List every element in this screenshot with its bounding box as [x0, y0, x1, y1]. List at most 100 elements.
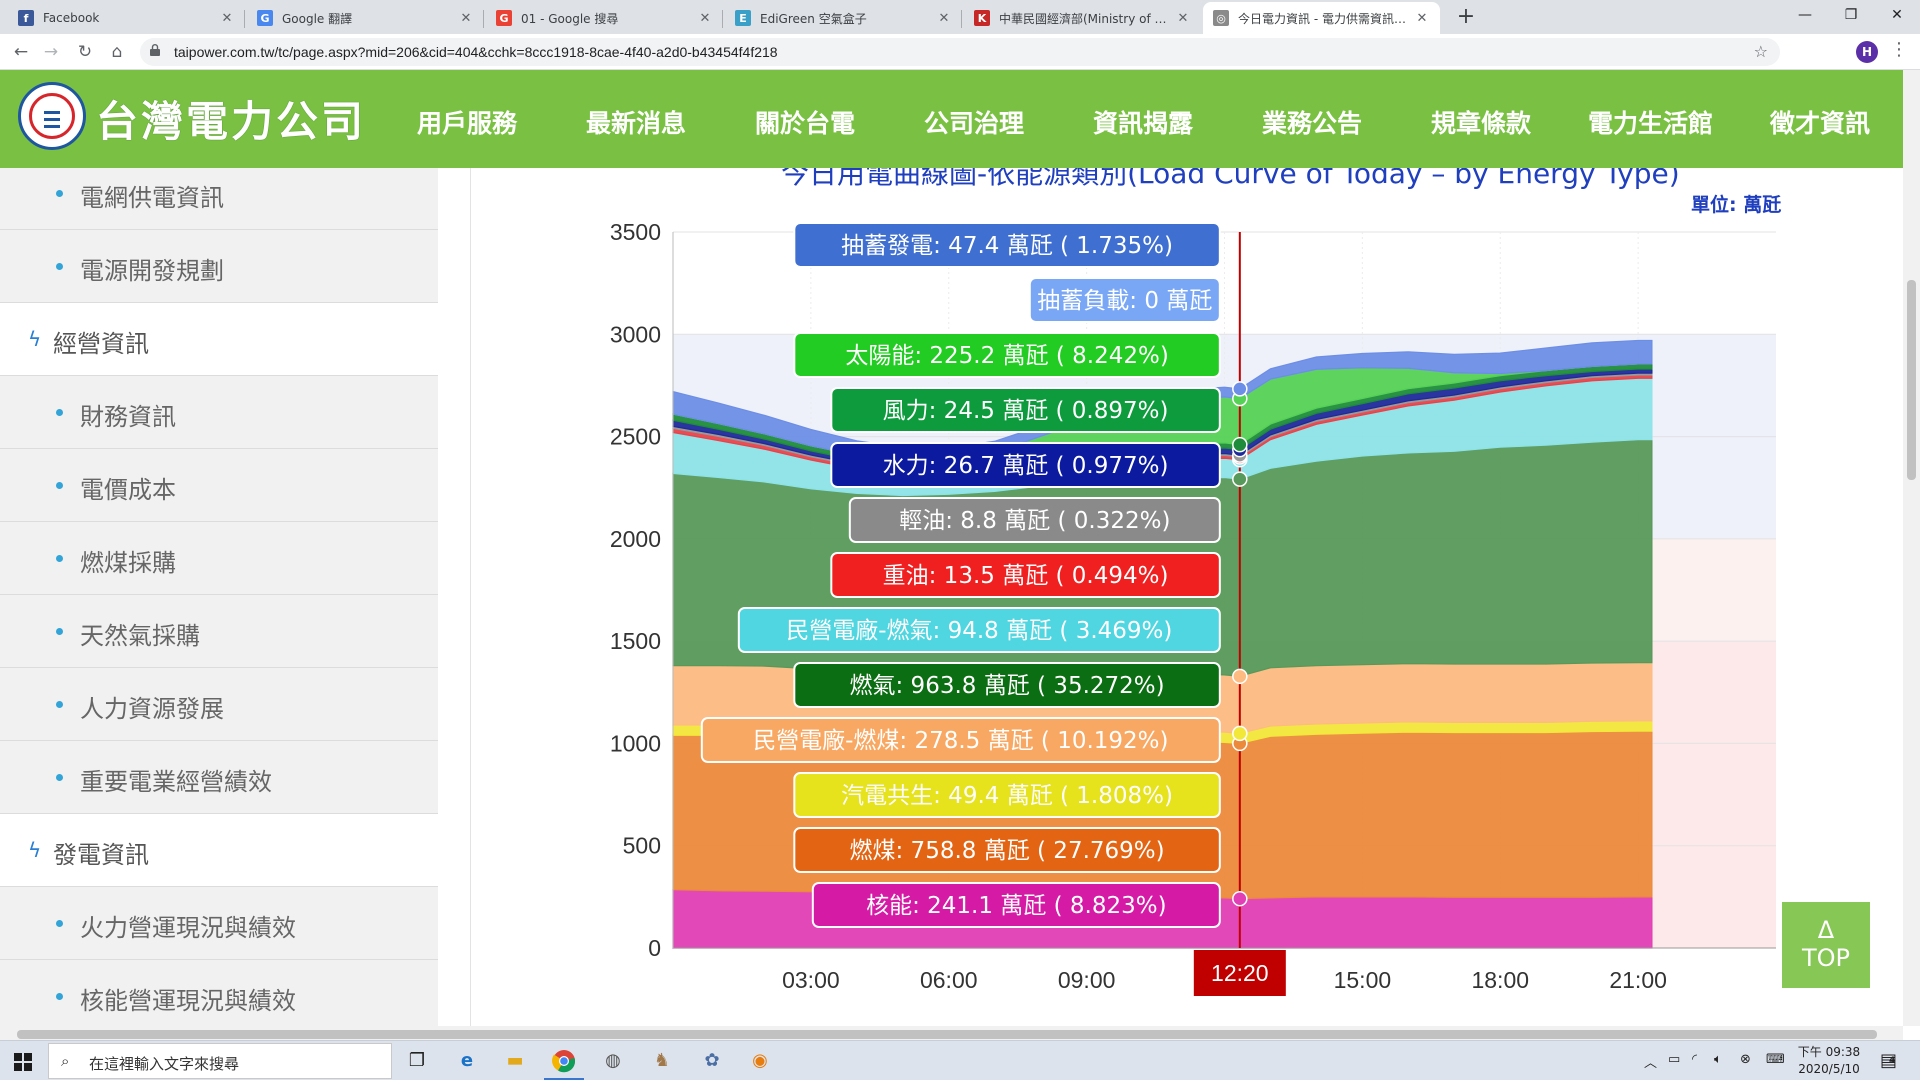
- top-button-label: TOP: [1801, 944, 1851, 972]
- taskbar-search-box[interactable]: ⌕ 在這裡輸入文字來搜尋: [48, 1043, 392, 1079]
- profile-avatar[interactable]: H: [1856, 41, 1878, 63]
- app-icon-3[interactable]: ✿: [697, 1047, 727, 1075]
- browser-tab[interactable]: K 中華民國經濟部(Ministry of Eco ✕: [964, 2, 1201, 34]
- nav-item[interactable]: 公司治理: [924, 104, 1024, 140]
- close-tab-icon[interactable]: ✕: [458, 11, 474, 26]
- bullet-icon: [56, 993, 63, 1000]
- sidebar-item-label: 燃煤採購: [80, 549, 176, 577]
- browser-tab[interactable]: E EdiGreen 空氣盒子 ✕: [725, 2, 962, 34]
- new-tab-button[interactable]: +: [1452, 4, 1480, 32]
- taskbar-clock[interactable]: 下午 09:38 2020/5/10: [1794, 1044, 1864, 1078]
- app-icon-1[interactable]: ◍: [598, 1047, 628, 1075]
- cursor-point: [1232, 471, 1248, 487]
- x-tick-label: 21:00: [1609, 967, 1667, 993]
- horizontal-scroll-thumb[interactable]: [17, 1030, 1877, 1039]
- lightning-icon: ϟ: [28, 838, 42, 862]
- sidebar-item[interactable]: 燃煤採購: [0, 522, 438, 595]
- sidebar-item-label: 財務資訊: [80, 403, 176, 431]
- bullet-icon: [56, 701, 63, 708]
- task-view-icon[interactable]: ❐: [402, 1047, 432, 1075]
- tooltip-text: 抽蓄發電: 47.4 萬瓩 ( 1.735%): [841, 233, 1173, 259]
- back-to-top-button[interactable]: Δ TOP: [1782, 902, 1870, 988]
- sidebar-category[interactable]: ϟ 經營資訊: [0, 303, 438, 376]
- tooltip-9: 風力: 24.5 萬瓩 ( 0.897%): [830, 387, 1221, 433]
- browser-tab[interactable]: G Google 翻譯 ✕: [247, 2, 484, 34]
- sidebar-item[interactable]: 電價成本: [0, 449, 438, 522]
- browser-tab-label: Google 翻譯: [282, 11, 353, 26]
- maximize-window-button[interactable]: ❐: [1828, 0, 1874, 30]
- nav-item[interactable]: 最新消息: [586, 104, 686, 140]
- tray-chevron-icon[interactable]: ︿: [1644, 1052, 1657, 1071]
- bullet-icon: [56, 263, 63, 270]
- file-explorer-icon[interactable]: ▬: [500, 1047, 530, 1075]
- minimize-window-button[interactable]: —: [1782, 0, 1828, 30]
- close-tab-icon[interactable]: ✕: [697, 11, 713, 26]
- nav-item[interactable]: 規章條款: [1431, 104, 1531, 140]
- sidebar-category[interactable]: ϟ 發電資訊: [0, 814, 438, 887]
- reload-icon[interactable]: ↻: [72, 39, 98, 65]
- chrome-taskbar-icon[interactable]: [544, 1047, 584, 1080]
- browser-menu-icon[interactable]: ⋮: [1890, 39, 1908, 60]
- vertical-scrollbar[interactable]: [1903, 70, 1920, 1026]
- ime-icon[interactable]: ⊗: [1740, 1052, 1751, 1067]
- browser-tab[interactable]: G 01 - Google 搜尋 ✕: [486, 2, 723, 34]
- url-text[interactable]: taipower.com.tw/tc/page.aspx?mid=206&cid…: [174, 38, 778, 66]
- address-bar[interactable]: taipower.com.tw/tc/page.aspx?mid=206&cid…: [140, 38, 1780, 66]
- volume-icon[interactable]: 🔈︎: [1714, 1052, 1722, 1067]
- tooltip-5: 民營電廠-燃氣: 94.8 萬瓩 ( 3.469%): [737, 607, 1221, 653]
- sidebar-item[interactable]: 火力營運現況與績效: [0, 887, 438, 960]
- bullet-icon: [56, 628, 63, 635]
- tooltip-text: 燃煤: 758.8 萬瓩 ( 27.769%): [850, 838, 1165, 864]
- close-tab-icon[interactable]: ✕: [1175, 11, 1191, 26]
- nav-item[interactable]: 業務公告: [1262, 104, 1362, 140]
- vertical-scroll-thumb[interactable]: [1907, 280, 1916, 480]
- google-icon: G: [496, 10, 512, 26]
- nav-item[interactable]: 用戶服務: [417, 104, 517, 140]
- tooltip-8: 水力: 26.7 萬瓩 ( 0.977%): [830, 442, 1221, 488]
- close-window-button[interactable]: ✕: [1874, 0, 1920, 30]
- tooltip-12: 抽蓄發電: 47.4 萬瓩 ( 1.735%): [793, 222, 1221, 268]
- sidebar-item[interactable]: 重要電業經營績效: [0, 741, 438, 814]
- nav-item[interactable]: 徵才資訊: [1770, 104, 1870, 140]
- browser-tab[interactable]: f Facebook ✕: [8, 2, 245, 34]
- input-method-icon[interactable]: ⌨︎: [1766, 1052, 1785, 1067]
- sidebar-item[interactable]: 天然氣採購: [0, 595, 438, 668]
- search-icon: ⌕: [61, 1052, 70, 1070]
- sidebar-item[interactable]: 電網供電資訊: [0, 168, 438, 230]
- bookmark-star-icon[interactable]: ☆: [1754, 38, 1768, 66]
- close-tab-icon[interactable]: ✕: [1414, 11, 1430, 26]
- notification-center-icon[interactable]: ▤ 4: [1880, 1050, 1897, 1071]
- browser-tab[interactable]: ◎ 今日電力資訊 - 電力供需資訊 - 資 ✕: [1203, 2, 1440, 34]
- sidebar-item-label: 電價成本: [80, 476, 176, 504]
- bullet-icon: [56, 409, 63, 416]
- sidebar-item[interactable]: 人力資源發展: [0, 668, 438, 741]
- cursor-point: [1232, 668, 1248, 685]
- taipower-logo-emblem[interactable]: [18, 82, 86, 150]
- blender-icon[interactable]: ◉: [745, 1047, 775, 1075]
- wifi-icon[interactable]: ◜: [1692, 1052, 1697, 1067]
- app-icon-2[interactable]: ♞: [647, 1047, 677, 1075]
- lightning-icon: ϟ: [28, 327, 42, 351]
- sidebar-item[interactable]: 財務資訊: [0, 376, 438, 449]
- edge-browser-icon[interactable]: e: [452, 1047, 482, 1075]
- facebook-icon: f: [18, 10, 34, 26]
- y-tick-label: 2000: [610, 526, 661, 552]
- browser-tab-label: 今日電力資訊 - 電力供需資訊 - 資: [1238, 11, 1408, 26]
- sidebar-item-label: 電網供電資訊: [80, 184, 224, 212]
- sidebar-item[interactable]: 電源開發規劃: [0, 230, 438, 303]
- forward-arrow-icon[interactable]: →: [38, 39, 64, 65]
- home-icon[interactable]: ⌂: [104, 39, 130, 65]
- y-tick-label: 3500: [610, 219, 661, 245]
- nav-item[interactable]: 電力生活館: [1588, 104, 1713, 140]
- moea-icon: K: [974, 10, 990, 26]
- windows-start-icon[interactable]: [14, 1053, 32, 1071]
- nav-item[interactable]: 資訊揭露: [1093, 104, 1193, 140]
- site-logo-text[interactable]: 台灣電力公司: [96, 88, 366, 149]
- close-tab-icon[interactable]: ✕: [219, 11, 235, 26]
- battery-icon[interactable]: ▭: [1668, 1052, 1680, 1067]
- back-arrow-icon[interactable]: ←: [8, 39, 34, 65]
- sidebar-item[interactable]: 核能營運現況與績效: [0, 960, 438, 1026]
- nav-item[interactable]: 關於台電: [755, 104, 855, 140]
- close-tab-icon[interactable]: ✕: [936, 11, 952, 26]
- browser-toolbar: ← → ↻ ⌂ taipower.com.tw/tc/page.aspx?mid…: [0, 34, 1920, 70]
